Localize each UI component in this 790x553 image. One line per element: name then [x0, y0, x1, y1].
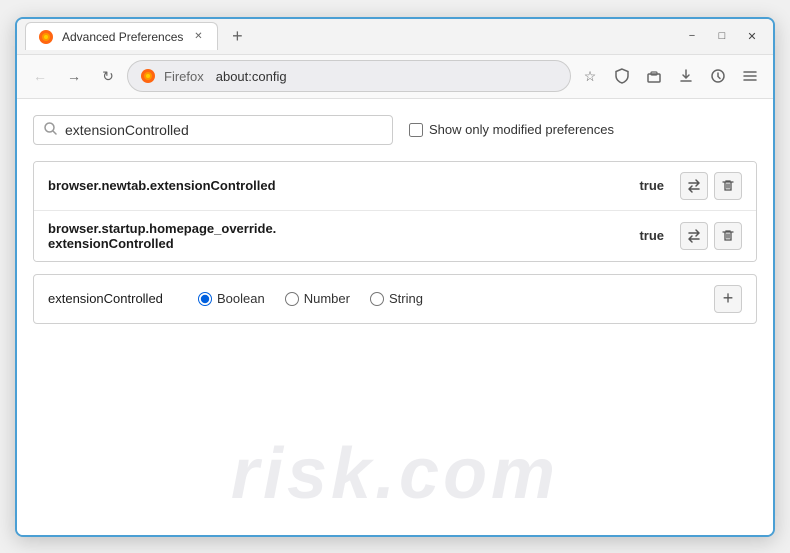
swap-icon: [686, 178, 702, 194]
results-table: browser.newtab.extensionControlled true: [33, 161, 757, 262]
string-option[interactable]: String: [370, 291, 423, 306]
show-modified-checkbox-label[interactable]: Show only modified preferences: [409, 122, 614, 137]
tab-favicon: [38, 29, 54, 45]
active-tab[interactable]: Advanced Preferences ✕: [25, 22, 218, 50]
delete-button-1[interactable]: [714, 172, 742, 200]
firefox-label: Firefox: [164, 69, 204, 84]
history-button[interactable]: [703, 61, 733, 91]
swap-icon-2: [686, 228, 702, 244]
download-button[interactable]: [671, 61, 701, 91]
navbar: ← → ↻ Firefox about:config ☆: [17, 55, 773, 99]
history-icon: [710, 68, 726, 84]
pref-name-2: browser.startup.homepage_override. exten…: [48, 221, 631, 251]
search-row: Show only modified preferences: [33, 115, 757, 145]
boolean-radio[interactable]: [198, 292, 212, 306]
new-tab-button[interactable]: +: [224, 23, 250, 49]
search-box: [33, 115, 393, 145]
pref-name-1: browser.newtab.extensionControlled: [48, 178, 631, 193]
maximize-button[interactable]: □: [709, 23, 735, 49]
titlebar: Advanced Preferences ✕ + − □ ✕: [17, 19, 773, 55]
reload-button[interactable]: ↻: [93, 61, 123, 91]
new-pref-name: extensionControlled: [48, 291, 178, 306]
download-icon: [678, 68, 694, 84]
menu-icon: [742, 68, 758, 84]
tab-title: Advanced Preferences: [62, 30, 183, 44]
main-content: risk.com Show only modified preferences: [17, 99, 773, 535]
back-button[interactable]: ←: [25, 61, 55, 91]
pref-name-2-line1: browser.startup.homepage_override.: [48, 221, 276, 236]
minimize-button[interactable]: −: [679, 23, 705, 49]
row-actions-2: [680, 222, 742, 250]
toggle-button-2[interactable]: [680, 222, 708, 250]
search-input[interactable]: [65, 122, 382, 138]
extension-icon: [646, 68, 662, 84]
shield-icon: [614, 68, 630, 84]
number-option[interactable]: Number: [285, 291, 350, 306]
search-icon: [44, 122, 57, 138]
toggle-button-1[interactable]: [680, 172, 708, 200]
shield-button[interactable]: [607, 61, 637, 91]
delete-button-2[interactable]: [714, 222, 742, 250]
browser-window: Advanced Preferences ✕ + − □ ✕ ← → ↻ Fir…: [15, 17, 775, 537]
delete-icon: [721, 179, 735, 193]
watermark: risk.com: [231, 433, 559, 515]
extension-button[interactable]: [639, 61, 669, 91]
delete-icon-2: [721, 229, 735, 243]
boolean-label: Boolean: [217, 291, 265, 306]
type-radio-group: Boolean Number String: [198, 291, 694, 306]
table-row: browser.newtab.extensionControlled true: [34, 162, 756, 211]
address-text: about:config: [216, 69, 558, 84]
pref-value-1: true: [639, 178, 664, 193]
window-controls: − □ ✕: [679, 23, 765, 49]
string-radio[interactable]: [370, 292, 384, 306]
window-close-button[interactable]: ✕: [739, 23, 765, 49]
tab-close-button[interactable]: ✕: [191, 30, 205, 44]
number-radio[interactable]: [285, 292, 299, 306]
add-preference-button[interactable]: +: [714, 285, 742, 313]
boolean-option[interactable]: Boolean: [198, 291, 265, 306]
add-preference-row: extensionControlled Boolean Number Strin…: [33, 274, 757, 324]
show-modified-checkbox[interactable]: [409, 123, 423, 137]
menu-button[interactable]: [735, 61, 765, 91]
firefox-logo-icon: [140, 68, 156, 84]
bookmark-button[interactable]: ☆: [575, 61, 605, 91]
pref-value-2: true: [639, 228, 664, 243]
number-label: Number: [304, 291, 350, 306]
nav-icons: ☆: [575, 61, 765, 91]
string-label: String: [389, 291, 423, 306]
address-bar[interactable]: Firefox about:config: [127, 60, 571, 92]
table-row: browser.startup.homepage_override. exten…: [34, 211, 756, 261]
show-modified-label: Show only modified preferences: [429, 122, 614, 137]
forward-button[interactable]: →: [59, 61, 89, 91]
pref-name-2-line2: extensionControlled: [48, 236, 174, 251]
row-actions-1: [680, 172, 742, 200]
